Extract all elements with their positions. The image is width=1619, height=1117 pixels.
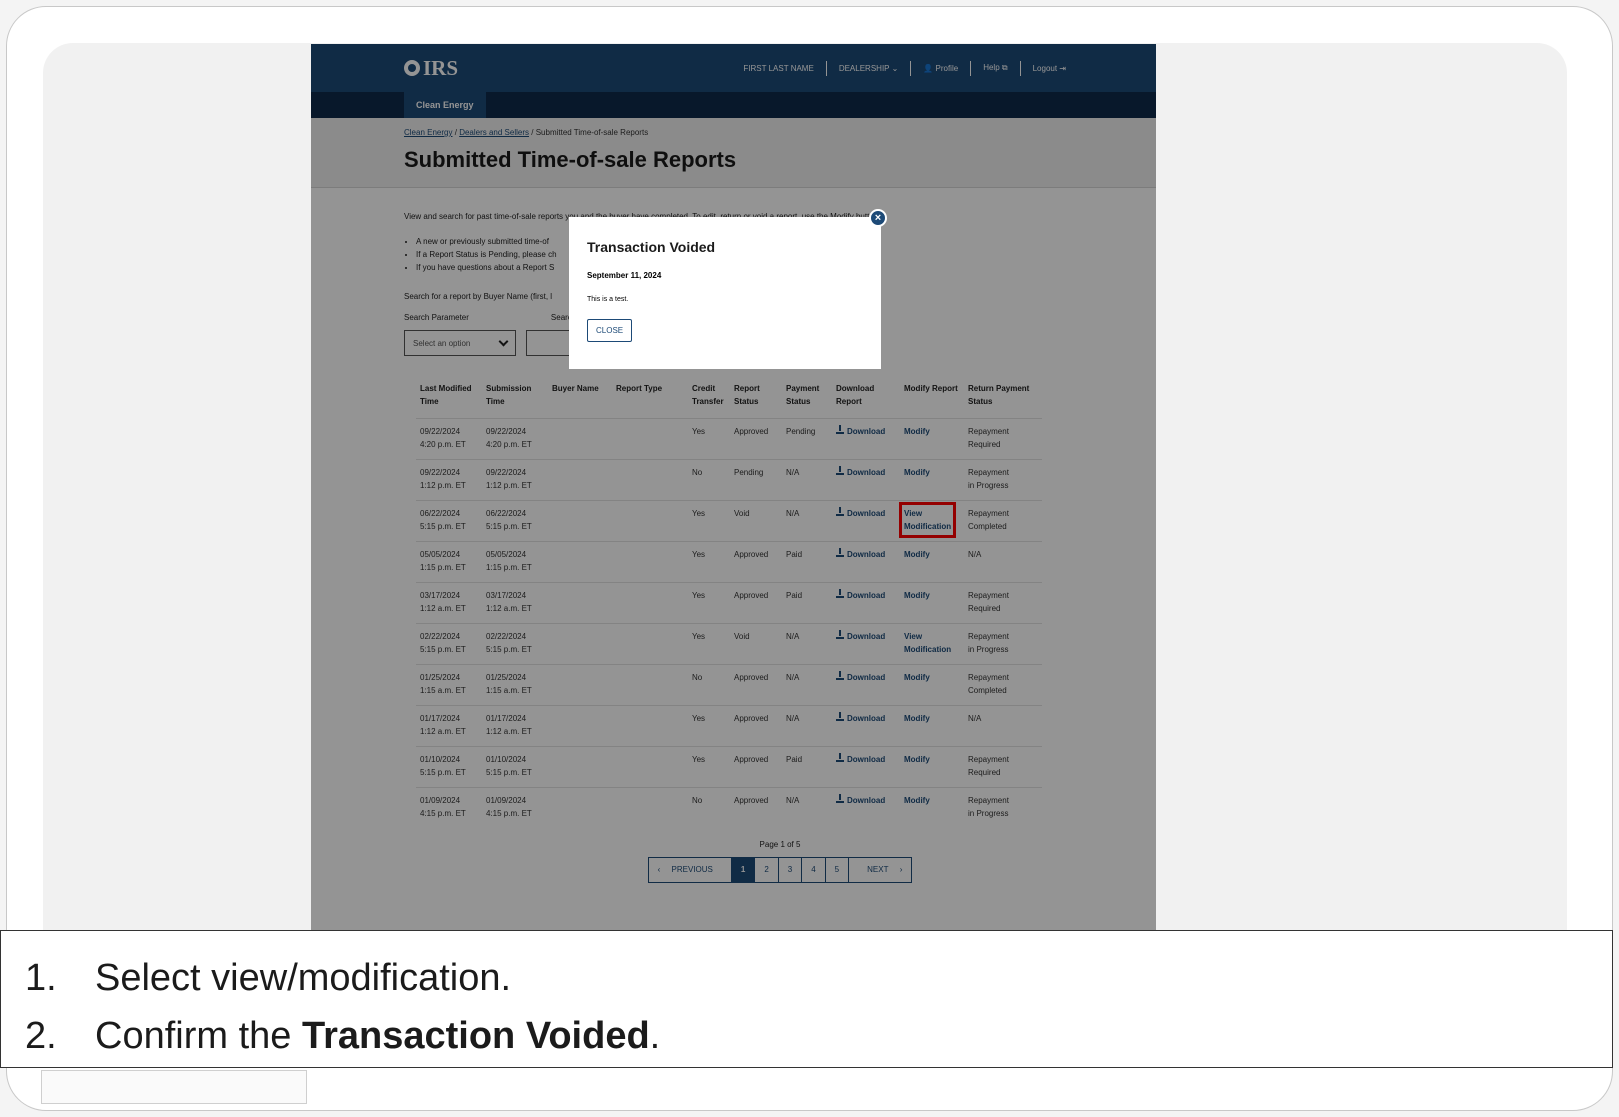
modal-date: September 11, 2024 [587, 271, 662, 280]
close-icon[interactable]: × [869, 209, 887, 227]
step-text-end: . [649, 1015, 661, 1057]
close-button[interactable]: CLOSE [587, 319, 633, 342]
step-number: 2. [25, 1015, 57, 1057]
modal-overlay[interactable] [311, 44, 1156, 930]
modal-title: Transaction Voided [587, 239, 716, 255]
instruction-step-1: 1. Select view/modification. [25, 949, 1612, 1007]
screenshot-app: IRS FIRST LAST NAME DEALERSHIP ⌄ 👤 Profi… [311, 44, 1156, 930]
step-text: Select view/modification. [95, 957, 512, 999]
step-text: Confirm the [95, 1015, 302, 1057]
step-number: 1. [25, 957, 57, 999]
footer-tab [41, 1070, 307, 1104]
modal-message: This is a test. [587, 296, 629, 303]
instruction-box: 1. Select view/modification. 2. Confirm th… [0, 930, 1613, 1068]
transaction-voided-modal: × Transaction Voided September 11, 2024 … [569, 209, 887, 369]
instruction-step-2: 2. Confirm the Transaction Voided. [25, 1007, 1612, 1065]
step-bold-text: Transaction Voided [301, 1015, 650, 1057]
